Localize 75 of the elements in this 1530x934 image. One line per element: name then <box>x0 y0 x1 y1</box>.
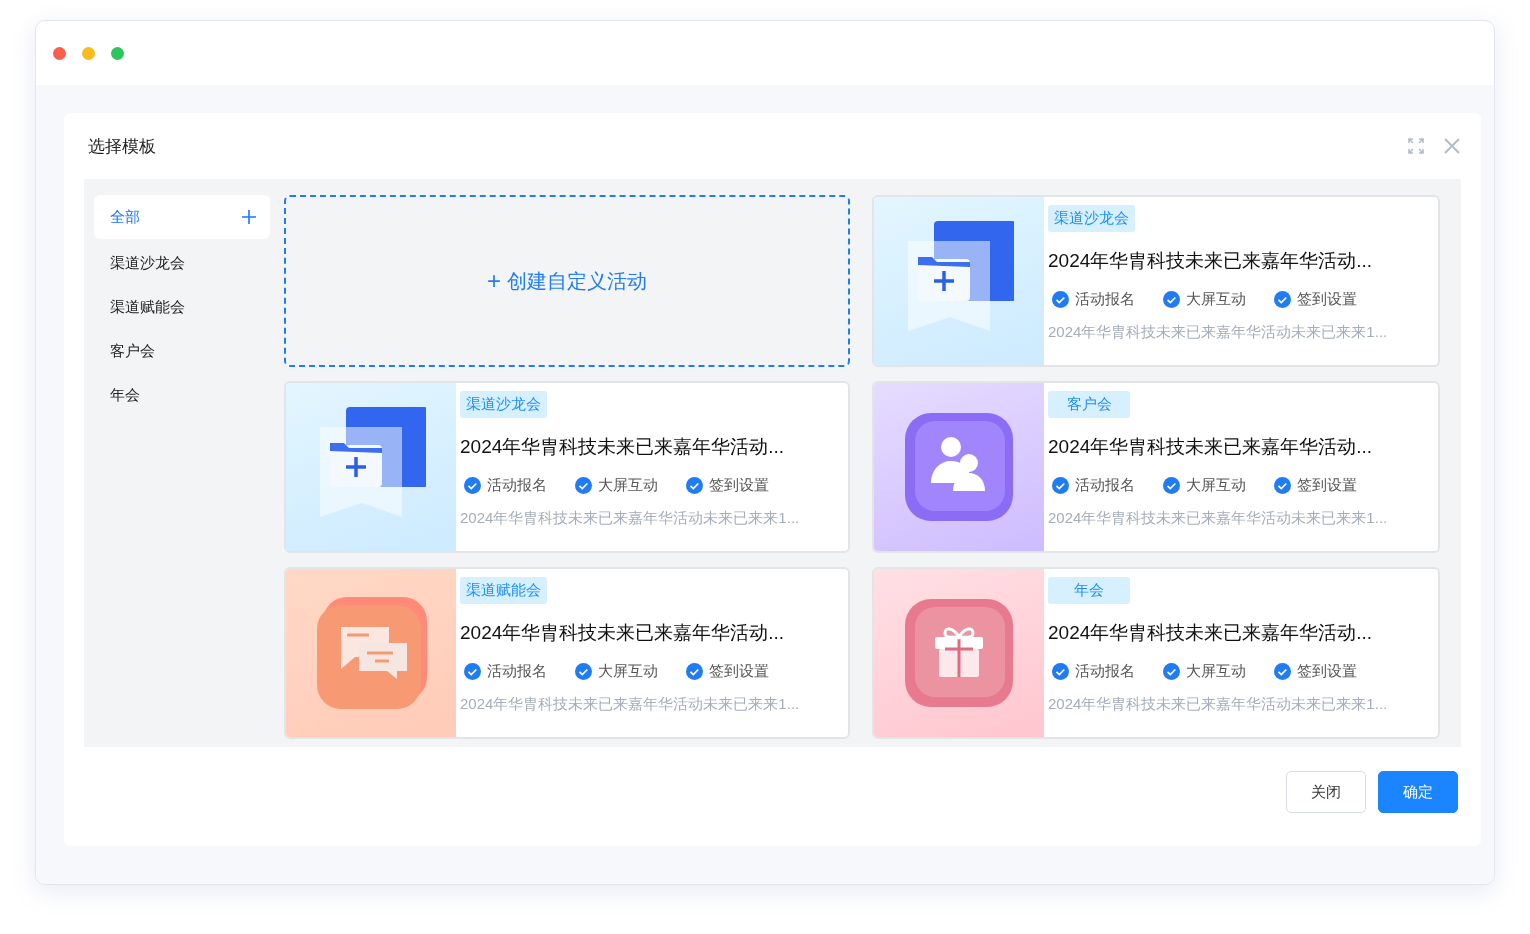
category-tag: 渠道赋能会 <box>460 577 547 604</box>
check-icon <box>1274 477 1291 494</box>
feature-label: 活动报名 <box>1075 476 1135 495</box>
check-icon <box>1163 477 1180 494</box>
template-description: 2024年华胄科技未来已来嘉年华活动未来已来来1... <box>1048 509 1388 528</box>
category-label: 渠道沙龙会 <box>110 253 185 273</box>
confirm-button[interactable]: 确定 <box>1378 771 1458 813</box>
feature-label: 签到设置 <box>1297 290 1357 309</box>
category-label: 年会 <box>110 385 140 405</box>
feature-label: 活动报名 <box>1075 662 1135 681</box>
feature-label: 签到设置 <box>709 662 769 681</box>
check-icon <box>1052 663 1069 680</box>
add-icon[interactable] <box>242 210 256 224</box>
feature-label: 签到设置 <box>1297 662 1357 681</box>
feature-label: 大屏互动 <box>598 476 658 495</box>
category-label: 客户会 <box>110 341 155 361</box>
category-tag: 渠道沙龙会 <box>1048 205 1135 232</box>
check-icon <box>686 663 703 680</box>
template-title: 2024年华胄科技未来已来嘉年华活动... <box>1048 249 1373 273</box>
template-title: 2024年华胄科技未来已来嘉年华活动... <box>1048 621 1373 645</box>
chat-bubbles-icon <box>315 597 427 709</box>
close-button[interactable]: 关闭 <box>1286 771 1366 813</box>
close-window-button[interactable] <box>53 46 66 60</box>
create-activity-card[interactable]: + 创建自定义活动 <box>284 195 850 367</box>
create-label: 创建自定义活动 <box>507 268 647 294</box>
check-icon <box>1163 291 1180 308</box>
template-card[interactable]: 年会 2024年华胄科技未来已来嘉年华活动... 活动报名 大屏互动 签到设置 2024年华胄科技未来已来嘉年华活动未来已来来1... <box>872 567 1440 739</box>
template-card[interactable]: 渠道沙龙会 2024年华胄科技未来已来嘉年华活动... 活动报名 大屏互动 签到设置 2024年华胄科技未来已来嘉年华活动未来已来来1... <box>284 381 850 553</box>
category-tag: 年会 <box>1048 577 1130 604</box>
template-description: 2024年华胄科技未来已来嘉年华活动未来已来来1... <box>1048 695 1388 714</box>
category-item[interactable]: 渠道沙龙会 <box>94 241 270 285</box>
category-tag: 客户会 <box>1048 391 1130 418</box>
feature-label: 大屏互动 <box>598 662 658 681</box>
check-icon <box>1052 291 1069 308</box>
template-description: 2024年华胄科技未来已来嘉年华活动未来已来来1... <box>1048 323 1388 342</box>
feature-label: 大屏互动 <box>1186 476 1246 495</box>
fullscreen-icon[interactable] <box>1407 137 1425 155</box>
template-card[interactable]: 渠道沙龙会 2024年华胄科技未来已来嘉年华活动... 活动报名 大屏互动 签到设置 2024年华胄科技未来已来嘉年华活动未来已来来1... <box>872 195 1440 367</box>
category-item[interactable]: 年会 <box>94 373 270 417</box>
template-title: 2024年华胄科技未来已来嘉年华活动... <box>460 435 785 459</box>
template-description: 2024年华胄科技未来已来嘉年华活动未来已来来1... <box>460 509 800 528</box>
category-item[interactable]: 渠道赋能会 <box>94 285 270 329</box>
check-icon <box>575 477 592 494</box>
feature-label: 签到设置 <box>709 476 769 495</box>
template-card[interactable]: 客户会 2024年华胄科技未来已来嘉年华活动... 活动报名 大屏互动 签到设置 2024年华胄科技未来已来嘉年华活动未来已来来1... <box>872 381 1440 553</box>
check-icon <box>686 477 703 494</box>
check-icon <box>1274 663 1291 680</box>
feature-label: 大屏互动 <box>1186 662 1246 681</box>
check-icon <box>575 663 592 680</box>
zoom-window-button[interactable] <box>111 46 124 60</box>
feature-label: 活动报名 <box>487 662 547 681</box>
category-label: 渠道赋能会 <box>110 297 185 317</box>
template-title: 2024年华胄科技未来已来嘉年华活动... <box>1048 435 1373 459</box>
gift-icon <box>903 597 1015 709</box>
close-icon[interactable] <box>1443 137 1461 155</box>
template-title: 2024年华胄科技未来已来嘉年华活动... <box>460 621 785 645</box>
plus-icon: + <box>487 267 501 295</box>
minimize-window-button[interactable] <box>82 46 95 60</box>
check-icon <box>464 663 481 680</box>
feature-label: 签到设置 <box>1297 476 1357 495</box>
feature-label: 活动报名 <box>487 476 547 495</box>
check-icon <box>1052 477 1069 494</box>
category-item[interactable]: 全部 <box>94 195 270 239</box>
category-tag: 渠道沙龙会 <box>460 391 547 418</box>
check-icon <box>1274 291 1291 308</box>
check-icon <box>1163 663 1180 680</box>
category-label: 全部 <box>110 207 140 227</box>
category-item[interactable]: 客户会 <box>94 329 270 373</box>
template-card[interactable]: 渠道赋能会 2024年华胄科技未来已来嘉年华活动... 活动报名 大屏互动 签到设置 2024年华胄科技未来已来嘉年华活动未来已来来1... <box>284 567 850 739</box>
template-description: 2024年华胄科技未来已来嘉年华活动未来已来来1... <box>460 695 800 714</box>
people-icon <box>903 411 1015 523</box>
feature-label: 大屏互动 <box>1186 290 1246 309</box>
check-icon <box>464 477 481 494</box>
dialog-title: 选择模板 <box>88 135 156 158</box>
feature-label: 活动报名 <box>1075 290 1135 309</box>
